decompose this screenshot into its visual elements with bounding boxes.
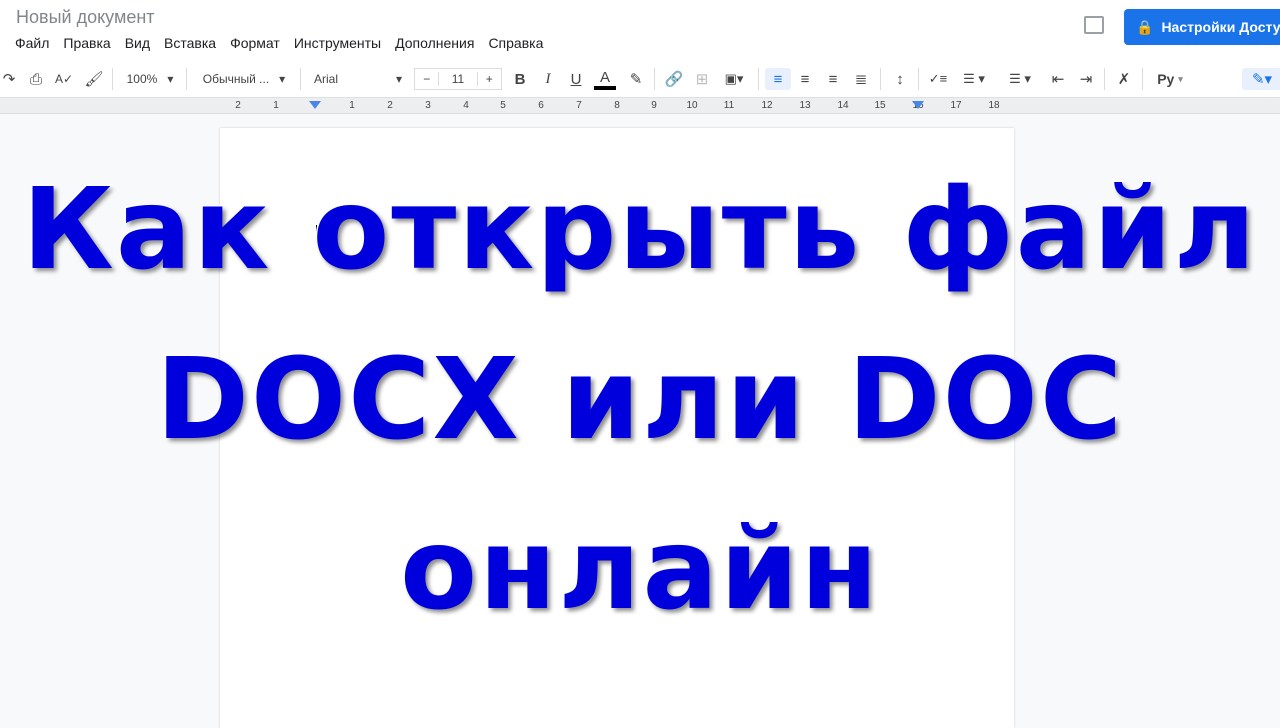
decrease-indent-icon[interactable]: ⇤ [1048, 68, 1068, 90]
ruler-number: 4 [463, 100, 469, 111]
align-justify-icon[interactable]: ≣ [851, 68, 871, 90]
underline-button[interactable]: U [566, 68, 586, 90]
ruler-number: 1 [273, 100, 279, 111]
menu-file[interactable]: Файл [15, 35, 49, 51]
document-title[interactable]: Новый документ [16, 7, 155, 28]
clear-formatting-icon[interactable]: ✗ [1114, 68, 1134, 90]
spellcheck-icon[interactable]: A✓ [54, 68, 74, 90]
ruler-number: 3 [425, 100, 431, 111]
zoom-select[interactable]: 100% ▾ [120, 68, 180, 90]
headline-line-1: Как открыть файл [21, 164, 1258, 297]
ruler-number: 13 [799, 100, 811, 111]
font-size-input[interactable]: 11 [438, 72, 478, 86]
style-select[interactable]: Обычный ... ▾ [194, 68, 294, 90]
align-center-icon[interactable]: ≡ [795, 68, 815, 90]
insert-image-icon[interactable]: ▣▾ [718, 68, 750, 90]
menu-bar: Файл Правка Вид Вставка Формат Инструмен… [15, 35, 543, 51]
paint-format-icon[interactable]: 🖌 [84, 68, 104, 90]
redo-icon[interactable]: ↷ [0, 68, 18, 90]
menu-help[interactable]: Справка [488, 35, 543, 51]
ruler-number: 11 [723, 100, 735, 111]
ruler-number: 5 [500, 100, 506, 111]
align-left-icon[interactable]: ≡ [765, 68, 791, 90]
share-button[interactable]: 🔒 Настройки Доступа [1124, 9, 1280, 45]
ruler[interactable]: 2 1 1 2 3 4 5 6 7 8 9 10 11 12 13 14 15 16 17 18 [0, 98, 1280, 114]
ruler-number: 17 [950, 100, 962, 111]
ruler-number: 1 [349, 100, 355, 111]
print-icon[interactable]: ⎙ [26, 68, 46, 90]
bulleted-list-icon[interactable]: ☰ ▾ [956, 68, 992, 90]
comment-history-icon[interactable] [1084, 16, 1104, 34]
ruler-number: 18 [988, 100, 1000, 111]
bold-button[interactable]: B [510, 68, 530, 90]
input-tools-button[interactable]: Pу ▾ [1150, 68, 1190, 90]
ruler-number: 2 [235, 100, 241, 111]
menu-format[interactable]: Формат [230, 35, 280, 51]
numbered-list-icon[interactable]: ☰ ▾ [1002, 68, 1038, 90]
headline-line-3: онлайн [399, 504, 880, 637]
font-size-stepper[interactable]: − 11 + [414, 68, 502, 90]
font-select[interactable]: Arial ▾ [308, 68, 408, 90]
ruler-number: 15 [874, 100, 886, 111]
checklist-icon[interactable]: ✓≡ [928, 68, 948, 90]
headline-line-2: DOCX или DOC [154, 334, 1125, 467]
ruler-number: 8 [614, 100, 620, 111]
indent-marker[interactable] [309, 101, 321, 109]
highlight-icon[interactable]: ✎ [626, 68, 646, 90]
ruler-number: 6 [538, 100, 544, 111]
ruler-number: 14 [837, 100, 849, 111]
decrease-font-button[interactable]: − [415, 72, 438, 86]
ruler-number: 7 [576, 100, 582, 111]
menu-addons[interactable]: Дополнения [395, 35, 474, 51]
increase-font-button[interactable]: + [478, 72, 501, 86]
lock-icon: 🔒 [1136, 18, 1154, 35]
italic-button[interactable]: I [538, 68, 558, 90]
link-icon[interactable]: 🔗 [664, 68, 684, 90]
toolbar: ↷ ⎙ A✓ 🖌 100% ▾ Обычный ... ▾ Arial ▾ − 1… [0, 60, 1280, 98]
ruler-number: 9 [651, 100, 657, 111]
ruler-number: 2 [387, 100, 393, 111]
menu-view[interactable]: Вид [125, 35, 150, 51]
add-comment-icon[interactable]: ⊞ [692, 68, 712, 90]
header: Новый документ Файл Правка Вид Вставка Ф… [0, 0, 1280, 60]
indent-marker[interactable] [912, 101, 924, 109]
increase-indent-icon[interactable]: ⇥ [1076, 68, 1096, 90]
align-right-icon[interactable]: ≡ [823, 68, 843, 90]
line-spacing-icon[interactable]: ↕ [890, 68, 910, 90]
text-color-button[interactable]: A [594, 68, 616, 90]
editing-mode-pencil-icon[interactable]: ✎▾ [1242, 68, 1280, 90]
ruler-number: 10 [686, 100, 698, 111]
ruler-number: 12 [761, 100, 773, 111]
menu-edit[interactable]: Правка [63, 35, 110, 51]
share-label: Настройки Доступа [1161, 19, 1280, 35]
menu-insert[interactable]: Вставка [164, 35, 216, 51]
menu-tools[interactable]: Инструменты [294, 35, 381, 51]
